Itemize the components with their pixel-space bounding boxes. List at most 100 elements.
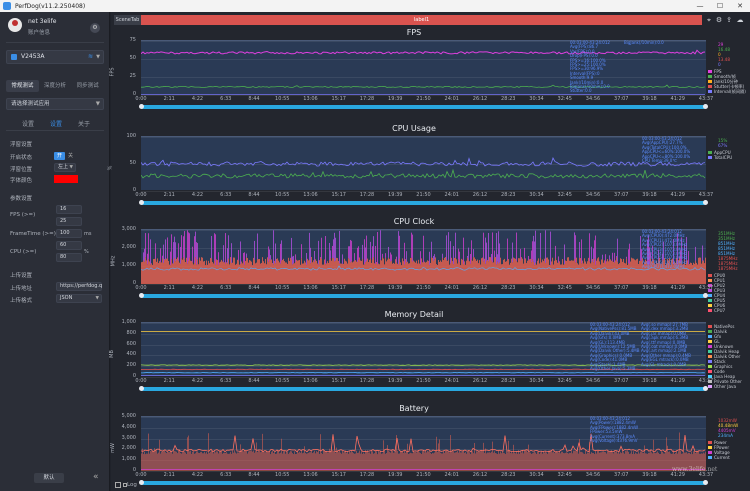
cpu-clock-bar [193,264,194,284]
power-bar [214,450,215,471]
power-bar [442,453,443,471]
power-bar [593,453,594,471]
cpu-clock-spike [498,231,499,264]
timeline-scrollbar[interactable] [139,386,708,391]
cpu-clock-spike [240,241,241,264]
tab-normal-test[interactable]: 常规测试 [6,80,39,92]
maximize-button[interactable]: ☐ [710,0,730,12]
power-bar [523,453,524,471]
cpu-clock-bar [147,264,148,284]
device-select[interactable]: V2453A ≋ ▼ [6,50,104,64]
power-bar [386,453,387,471]
play-icon[interactable] [115,482,121,488]
tab-sync-test[interactable]: 同步测试 [71,80,104,92]
y-tick-label: 3,000 [121,226,136,232]
tab-label1[interactable]: label1 [141,15,702,25]
x-tick-label: 17:28 [359,378,375,384]
enable-on-option[interactable]: 开 [54,152,65,160]
device-name: V2453A [21,53,45,60]
avatar[interactable] [8,18,22,32]
tab-scene[interactable]: SceneTab [114,15,141,25]
cpu-clock-bar [364,264,365,284]
close-button[interactable]: ✕ [730,0,750,12]
collapse-sidebar-icon[interactable]: « [93,472,99,482]
cpu-clock-bar [454,257,455,284]
x-tick-label: 39:18 [642,472,657,478]
cpu-clock-bar [475,259,476,284]
timeline-scrollbar[interactable] [139,293,708,298]
x-tick-label: 37:07 [614,472,629,478]
power-bar [525,450,526,471]
power-bar [535,452,536,471]
fps-threshold-input-1[interactable]: 16 [56,205,82,214]
account-info-link[interactable]: 账户信息 [28,28,50,36]
plot-area[interactable] [141,229,706,285]
frametime-input[interactable]: 100 [56,229,82,238]
power-bar [276,453,277,471]
chart-panel: Battery mW 5,000 4,000 3,000 2,000 1,000 0 00:03… [110,404,750,491]
cloud-icon[interactable]: ☁ [735,15,745,25]
legend-item[interactable]: TotalCPU [708,155,732,160]
cpu-clock-bar [232,262,233,284]
gear-icon[interactable]: ⚙ [714,15,724,25]
power-bar [540,452,541,471]
tab-deep-analysis[interactable]: 深度分析 [39,80,72,92]
cpu-clock-spike [486,242,487,261]
cpu-clock-bar [420,264,421,284]
cpu-clock-bar [474,257,475,284]
legend-item[interactable]: Interval(帧间隔) [708,89,746,94]
cpu-clock-bar [621,258,622,284]
default-button[interactable]: 默认 [34,473,64,483]
cpu-clock-bar [378,263,379,284]
cpu-clock-bar [244,264,245,284]
position-select[interactable]: 左上 ▼ [54,163,76,172]
app-select[interactable]: 请选择测试应用 ▼ [6,98,104,110]
power-bar [362,453,363,471]
enable-toggle[interactable]: 开 关 [54,152,76,160]
cpu-clock-spike [160,248,161,263]
cpu-clock-bar [332,258,333,284]
power-bar [337,450,338,471]
timeline-scrollbar[interactable] [139,200,708,205]
power-bar [342,450,343,471]
legend-item[interactable]: Current [708,455,730,460]
x-tick-label: 19:39 [388,192,403,198]
x-tick-label: 28:23 [501,96,516,102]
plot-area[interactable] [141,136,706,192]
power-bar [571,451,572,471]
power-bar [421,454,422,471]
cpu-clock-spike [396,256,397,263]
x-tick-label: 19:39 [388,96,403,102]
power-bar [489,452,490,471]
cpu-clock-spike [293,255,294,264]
cpu-clock-spike [377,232,378,265]
chart-title: Battery [399,404,429,413]
timeline-scrollbar[interactable] [139,104,708,109]
settings-icon[interactable]: ⚙ [90,23,100,33]
power-bar [150,450,151,471]
enable-off-option[interactable]: 关 [65,152,76,160]
plot-area[interactable] [141,40,706,96]
cpu-clock-spike [227,248,228,264]
location-icon[interactable]: ⌖ [704,15,714,25]
export-icon[interactable]: ⇪ [724,15,734,25]
power-bar [556,451,557,471]
power-bar [587,452,588,471]
x-tick-label: 10:55 [275,378,290,384]
x-tick-label: 41:29 [670,285,685,291]
cpu-clock-bar [560,264,561,284]
upload-format-select[interactable]: JSON ▼ [56,294,102,303]
power-bar [213,453,214,471]
cpu-threshold-input-2[interactable]: 80 [56,253,82,262]
font-color-swatch[interactable] [54,175,78,183]
legend-item[interactable]: Other Java [708,384,742,389]
power-bar [612,452,613,471]
upload-address-input[interactable]: https://perfdog.q [56,282,102,291]
power-bar [183,451,184,471]
cpu-clock-bar [571,260,572,284]
cpu-clock-bar [694,263,695,284]
cpu-clock-bar [161,262,162,284]
fps-threshold-input-2[interactable]: 25 [56,217,82,226]
cpu-threshold-input-1[interactable]: 60 [56,241,82,250]
minimize-button[interactable]: — [690,0,710,12]
